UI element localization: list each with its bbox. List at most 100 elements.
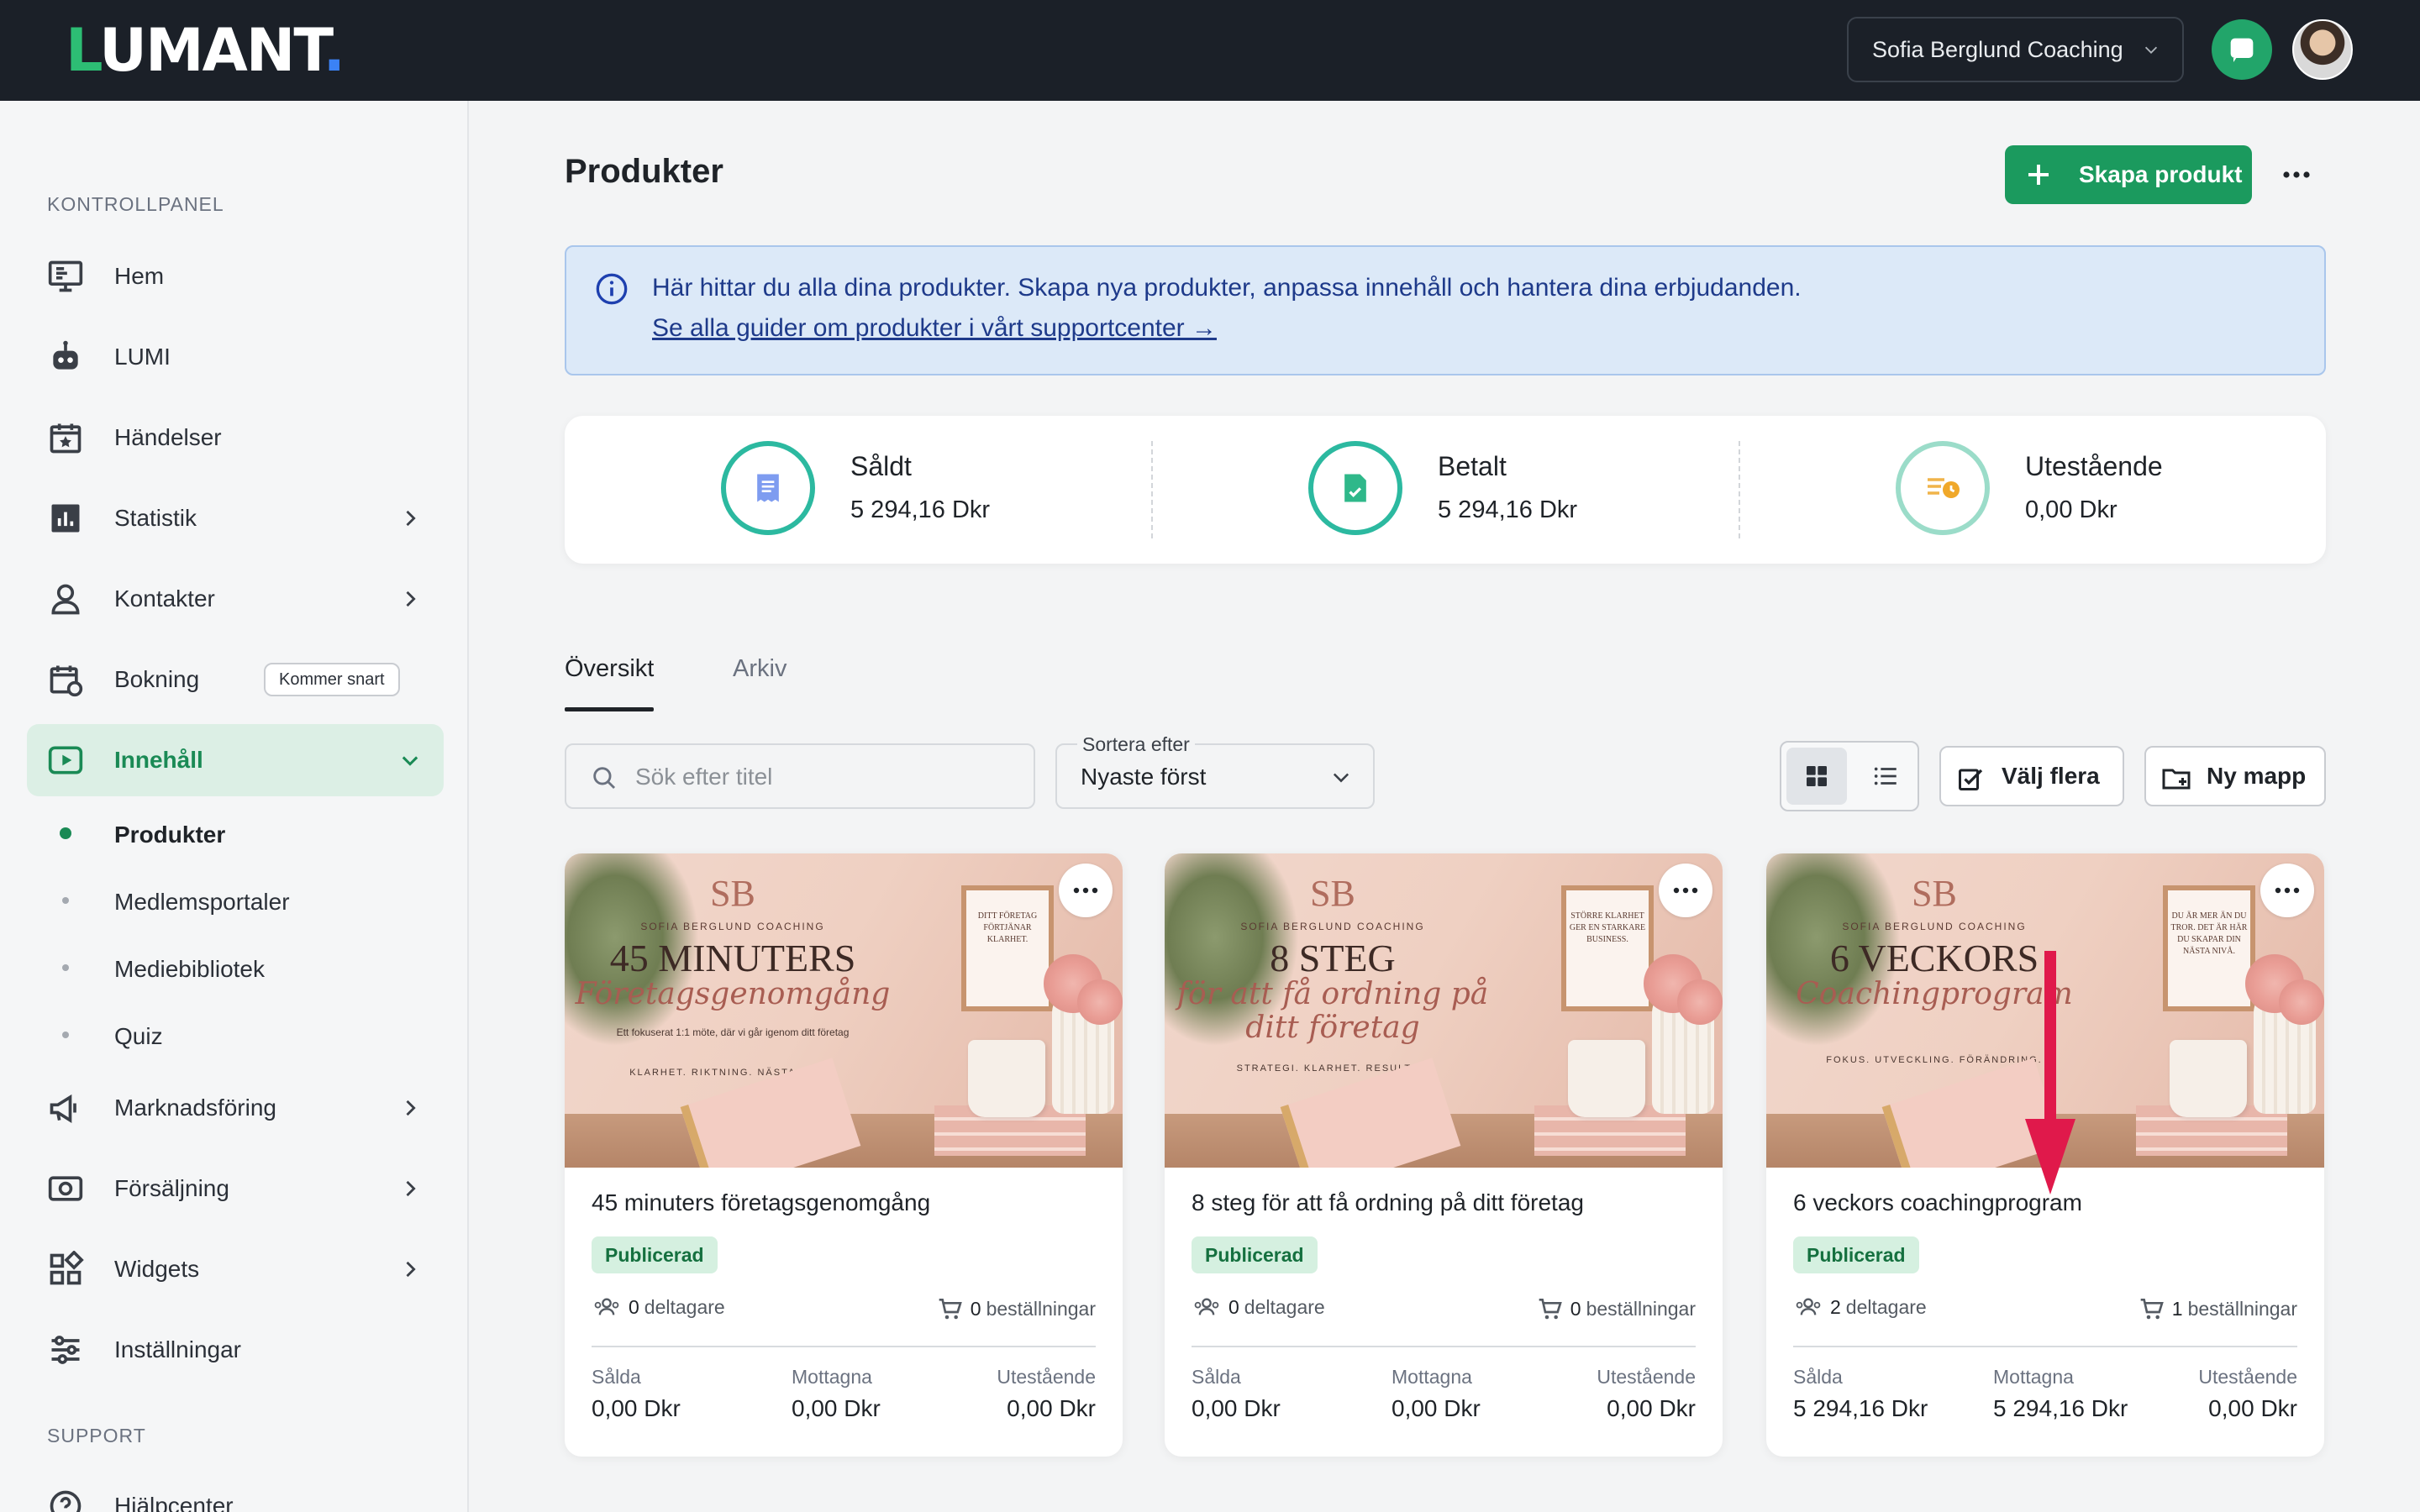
top-bar: LUMANT. Sofia Berglund Coaching — [0, 0, 2420, 101]
support-guides-link[interactable]: Se alla guider om produkter i vårt suppo… — [652, 314, 1217, 343]
status-badge: Publicerad — [592, 1236, 718, 1273]
grid-view-button[interactable] — [1786, 748, 1847, 805]
pending-list-icon — [1928, 478, 1960, 498]
search-input[interactable]: Sök efter titel — [565, 743, 1035, 809]
sort-select[interactable]: Sortera efter Nyaste först — [1055, 733, 1375, 809]
new-folder-button[interactable]: Ny mapp — [2144, 746, 2326, 806]
sidebar-item-marknadsforing[interactable]: Marknadsföring — [27, 1072, 444, 1144]
account-name: Sofia Berglund Coaching — [1872, 36, 2123, 62]
active-bullet — [60, 827, 71, 839]
received-amount: Mottagna 5 294,16 Dkr — [1993, 1366, 2128, 1421]
users-icon — [1796, 1298, 1821, 1315]
coming-soon-badge: Kommer snart — [264, 663, 400, 696]
chat-button[interactable] — [2212, 19, 2272, 80]
help-icon — [50, 1490, 82, 1512]
sidebar-item-statistik[interactable]: Statistik — [27, 482, 444, 554]
money-icon — [48, 1176, 83, 1201]
status-badge: Publicerad — [1793, 1236, 1919, 1273]
sort-label: Sortera efter — [1077, 733, 1195, 756]
sidebar-item-forsaljning[interactable]: Försäljning — [27, 1152, 444, 1225]
chevron-down-icon — [402, 756, 418, 766]
participants-count: 0 deltagare — [592, 1295, 725, 1319]
sidebar-item-lumi[interactable]: LUMI — [27, 321, 444, 393]
tab-oversikt[interactable]: Översikt — [565, 655, 654, 683]
calendar-refresh-icon — [50, 665, 83, 697]
sidebar-subitem-medlemsportaler[interactable]: Medlemsportaler — [27, 875, 444, 926]
user-avatar[interactable] — [2292, 19, 2353, 80]
orders-count: 0 beställningar — [1537, 1295, 1696, 1322]
chart-icon — [51, 504, 80, 533]
widgets-icon — [50, 1251, 84, 1285]
account-switcher[interactable]: Sofia Berglund Coaching — [1847, 17, 2184, 82]
list-view-button[interactable] — [1857, 748, 1914, 805]
status-badge: Publicerad — [1192, 1236, 1318, 1273]
product-card[interactable]: STÖRRE KLARHET GER EN STARKARE BUSINESS.… — [1165, 853, 1723, 1457]
product-title[interactable]: 8 steg för att få ordning på ditt företa… — [1192, 1189, 1584, 1216]
sidebar-item-widgets[interactable]: Widgets — [27, 1233, 444, 1305]
chevron-right-icon — [406, 1100, 416, 1116]
megaphone-icon — [50, 1094, 76, 1123]
stat-outstanding: Utestående 0,00 Dkr — [1739, 416, 2326, 564]
quote-frame: DITT FÖRETAG FÖRTJÄNAR KLARHET. — [961, 885, 1054, 1011]
sidebar-item-installningar[interactable]: Inställningar — [27, 1314, 444, 1386]
annotation-arrow-icon — [2025, 951, 2075, 1194]
create-product-button[interactable]: Skapa produkt — [2005, 145, 2252, 204]
info-banner: Här hittar du alla dina produkter. Skapa… — [565, 245, 2326, 375]
monogram: SB — [1310, 873, 1355, 914]
outstanding-amount: Utestående 0,00 Dkr — [2198, 1366, 2297, 1421]
chevron-down-icon — [2144, 46, 2158, 54]
card-more-button[interactable] — [2260, 864, 2314, 917]
tab-arkiv[interactable]: Arkiv — [733, 655, 786, 683]
chevron-right-icon — [406, 1180, 416, 1197]
sold-amount: Sålda 0,00 Dkr — [1192, 1366, 1281, 1421]
select-multiple-button[interactable]: Välj flera — [1939, 746, 2124, 806]
sold-amount: Sålda 0,00 Dkr — [592, 1366, 681, 1421]
receipt-icon — [757, 474, 779, 502]
monogram: SB — [1912, 873, 1957, 914]
chat-icon — [2230, 38, 2254, 62]
stat-sold: Såldt 5 294,16 Dkr — [565, 416, 1151, 564]
info-text: Här hittar du alla dina produkter. Skapa… — [652, 274, 1802, 302]
grid-icon — [1807, 766, 1827, 786]
outstanding-amount: Utestående 0,00 Dkr — [997, 1366, 1096, 1421]
product-card[interactable]: DITT FÖRETAG FÖRTJÄNAR KLARHET. SB SOFIA… — [565, 853, 1123, 1457]
plus-icon — [2028, 165, 2049, 185]
multi-select-icon — [1959, 769, 1983, 790]
card-more-button[interactable] — [1659, 864, 1712, 917]
sidebar-item-handelser[interactable]: Händelser — [27, 402, 444, 474]
chevron-down-icon — [1333, 773, 1349, 783]
sold-amount: Sålda 5 294,16 Dkr — [1793, 1366, 1928, 1421]
participants-count: 2 deltagare — [1793, 1295, 1927, 1319]
sidebar-subitem-produkter[interactable]: Produkter — [27, 808, 444, 858]
more-options-button[interactable] — [2277, 156, 2316, 193]
monitor-icon — [48, 260, 83, 292]
chevron-right-icon — [406, 510, 416, 527]
calendar-star-icon — [50, 423, 82, 454]
sidebar: KONTROLLPANEL Hem LUMI Händelser Statist… — [0, 101, 469, 1512]
card-more-button[interactable] — [1059, 864, 1113, 917]
active-tab-indicator — [565, 707, 654, 711]
list-icon — [1874, 767, 1897, 785]
chevron-right-icon — [406, 591, 416, 607]
sidebar-item-innehall[interactable]: Innehåll — [27, 724, 444, 796]
view-toggle — [1780, 741, 1919, 811]
product-title[interactable]: 45 minuters företagsgenomgång — [592, 1189, 930, 1216]
monogram: SB — [710, 873, 755, 914]
info-icon — [596, 273, 628, 305]
paid-document-icon — [1344, 474, 1366, 502]
quote-frame: DU ÄR MER ÄN DU TROR. DET ÄR HÄR DU SKAP… — [2163, 885, 2255, 1011]
sidebar-item-hjalpcenter[interactable]: Hjälpcenter — [27, 1470, 444, 1512]
sidebar-item-bokning[interactable]: Bokning Kommer snart — [27, 643, 444, 716]
sidebar-item-hem[interactable]: Hem — [27, 240, 444, 312]
sidebar-item-kontakter[interactable]: Kontakter — [27, 563, 444, 635]
outstanding-amount: Utestående 0,00 Dkr — [1597, 1366, 1696, 1421]
section-label-dashboard: KONTROLLPANEL — [47, 193, 224, 215]
sidebar-subitem-mediebibliotek[interactable]: Mediebibliotek — [27, 942, 444, 993]
lumant-logo[interactable]: LUMANT. — [66, 18, 345, 82]
sidebar-subitem-quiz[interactable]: Quiz — [27, 1010, 444, 1060]
cart-icon — [1539, 1299, 1562, 1320]
received-amount: Mottagna 0,00 Dkr — [1392, 1366, 1481, 1421]
more-horizontal-icon — [1073, 887, 1098, 894]
participants-count: 0 deltagare — [1192, 1295, 1325, 1319]
folder-plus-icon — [2162, 769, 2191, 790]
